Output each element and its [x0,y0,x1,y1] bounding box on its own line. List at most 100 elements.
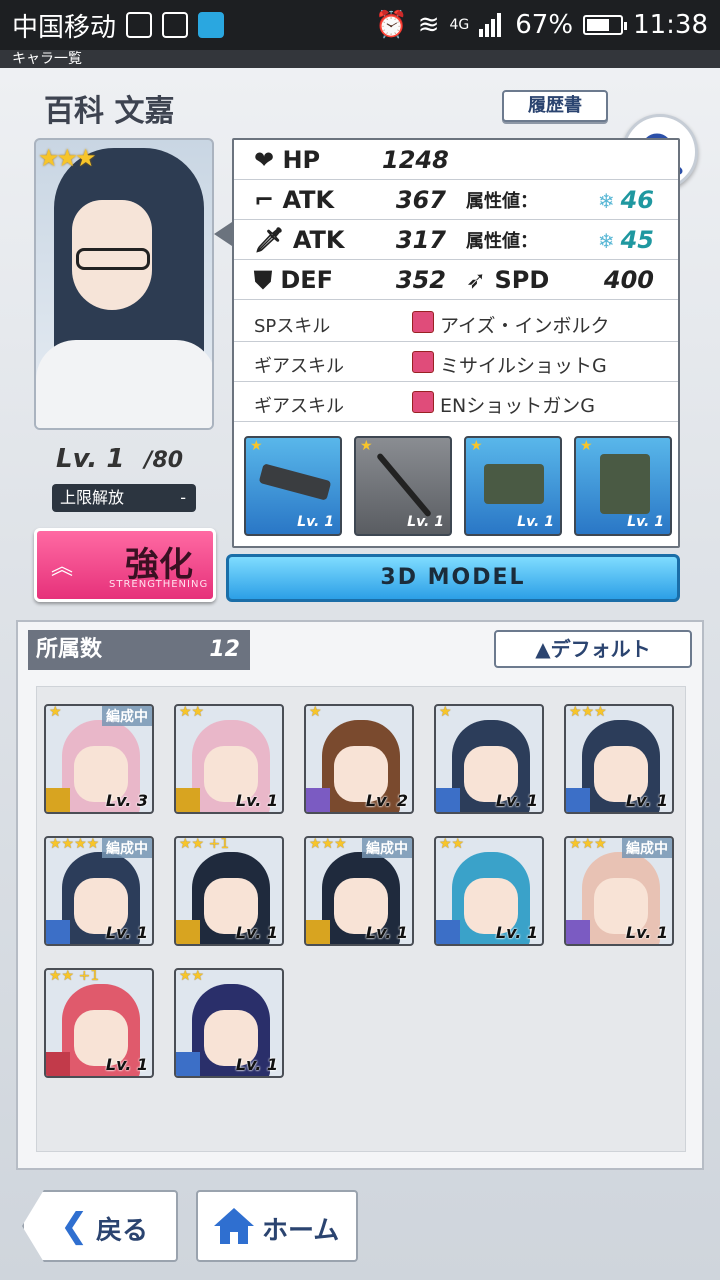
character-card[interactable]: ★★★ Lv. 1 [564,704,674,814]
atk-ranged-stat: ⌐ ATK [254,186,334,214]
character-card[interactable]: ★ Lv. 2 [304,704,414,814]
leg-armor-icon [600,454,650,514]
hp-label: HP [282,145,321,174]
skill-row[interactable]: ギアスキル ミサイルショットG [234,342,678,382]
weapon-type-icon [436,920,460,944]
character-card[interactable]: ★★ Lv. 1 [434,836,544,946]
character-portrait[interactable]: ★★★ [34,138,214,430]
card-level: Lv. 1 [105,923,148,942]
card-level: Lv. 1 [365,923,408,942]
attribute-number: 46 [620,185,654,214]
skill-type: SPスキル [254,316,331,337]
gear-skill-icon [412,391,434,413]
limit-break-label: 上限解放 [60,488,125,507]
ice-element-icon: ❄ [597,188,615,213]
wifi-icon: ≋ [417,10,440,40]
enhance-sublabel: STRENGTHENING [109,579,209,590]
character-name: 百科 文嘉 [44,94,175,129]
spear-icon [375,452,433,518]
def-label: DEF [280,265,334,294]
chevron-up-icon: ︽ [51,555,74,580]
skill-type: ギアスキル [254,396,344,417]
alarm-icon: ⏰ [375,10,408,40]
character-card[interactable]: ★★ Lv. 1 [174,968,284,1078]
gear-slot-weapon[interactable]: ★ Lv. 1 [244,436,342,536]
weapon-type-icon [176,1052,200,1076]
card-level: Lv. 1 [625,791,668,810]
atk-melee-value: 317 [395,225,446,254]
limit-break: 上限解放 - [52,484,196,512]
card-level: Lv. 1 [105,1055,148,1074]
gear-slot-arms[interactable]: ★ Lv. 1 [464,436,562,536]
card-level: Lv. 1 [235,923,278,942]
battery-percent: 67% [515,10,574,40]
back-button[interactable]: ❮ 戻る [22,1190,178,1262]
spd-label: SPD [494,265,550,294]
gear-stars: ★ [250,438,263,454]
level-max: /80 [144,448,184,473]
atk-ranged-row: ⌐ ATK 367 属性値： ❄ 46 [234,180,678,220]
character-card[interactable]: ★★★ 編成中 Lv. 1 [564,836,674,946]
card-level: Lv. 2 [365,791,408,810]
def-stat: ⛊ DEF [254,266,333,294]
gear-level: Lv. 1 [517,514,554,530]
character-card[interactable]: ★★ +1 Lv. 1 [44,968,154,1078]
sword-icon: 🗡 [254,225,293,254]
battery-icon [583,15,628,35]
network-type: 4G [449,17,470,33]
atk-melee-stat: 🗡 ATK [254,226,345,254]
atk-ranged-label: ATK [282,185,335,214]
shield-icon: ⛊ [254,265,281,294]
gear-level: Lv. 1 [297,514,334,530]
card-level: Lv. 3 [105,791,148,810]
weapon-type-icon [46,1052,70,1076]
ice-element-icon: ❄ [597,228,615,253]
screen-title-strip: キャラ一覧 [0,50,720,68]
card-level: Lv. 1 [495,923,538,942]
back-label: 戻る [96,1216,149,1246]
skill-name: ミサイルショットG [440,355,607,377]
card-stars: ★★ +1 [49,968,100,984]
roster-count-value: 12 [209,637,240,662]
skill-row[interactable]: SPスキル アイズ・インボルク [234,302,678,342]
in-formation-badge: 編成中 [362,838,412,858]
sort-button[interactable]: ▲デフォルト [494,630,692,668]
panel-pointer [214,222,232,246]
atk-ranged-value: 367 [395,185,446,214]
3d-model-button[interactable]: 3D MODEL [226,554,680,602]
attribute-label: 属性値： [466,230,538,252]
character-card[interactable]: ★ 編成中 Lv. 3 [44,704,154,814]
weapon-type-icon [306,788,330,812]
character-card[interactable]: ★ Lv. 1 [434,704,544,814]
home-button[interactable]: ホーム [196,1190,358,1262]
history-button[interactable]: 履歴書 [502,90,608,122]
gear-level: Lv. 1 [407,514,444,530]
gear-stars: ★ [360,438,373,454]
character-card[interactable]: ★★★ 編成中 Lv. 1 [304,836,414,946]
home-label: ホーム [262,1216,340,1246]
character-card[interactable]: ★★ +1 Lv. 1 [174,836,284,946]
stats-panel: ❤ HP 1248 ⌐ ATK 367 属性値： ❄ 46 🗡 ATK 317 属… [232,138,680,548]
card-stars: ★★ +1 [179,836,230,852]
card-stars: ★★★ [569,704,607,720]
character-card[interactable]: ★★ Lv. 1 [174,704,284,814]
weapon-type-icon [566,920,590,944]
card-stars: ★★★★ [49,836,100,852]
card-level: Lv. 1 [235,791,278,810]
gear-slot-blade[interactable]: ★ Lv. 1 [354,436,452,536]
skill-row[interactable]: ギアスキル ENショットガンG [234,382,678,422]
glasses-icon [76,248,150,270]
gear-slot-legs[interactable]: ★ Lv. 1 [574,436,672,536]
gear-stars: ★ [580,438,593,454]
level-value: Lv. 1 [56,444,125,474]
arm-armor-icon [484,464,544,504]
hp-value: 1248 [382,145,449,174]
weapon-type-icon [306,920,330,944]
rifle-icon [258,463,332,501]
status-bar: 中国移动 ⏰ ≋ 4G 67% 11:38 [0,0,720,50]
in-formation-badge: 編成中 [102,706,152,726]
enhance-button[interactable]: ︽ 強化 STRENGTHENING [34,528,216,602]
character-card[interactable]: ★★★★ 編成中 Lv. 1 [44,836,154,946]
heart-icon: ❤ [254,145,283,174]
attribute-label: 属性値： [466,190,538,212]
